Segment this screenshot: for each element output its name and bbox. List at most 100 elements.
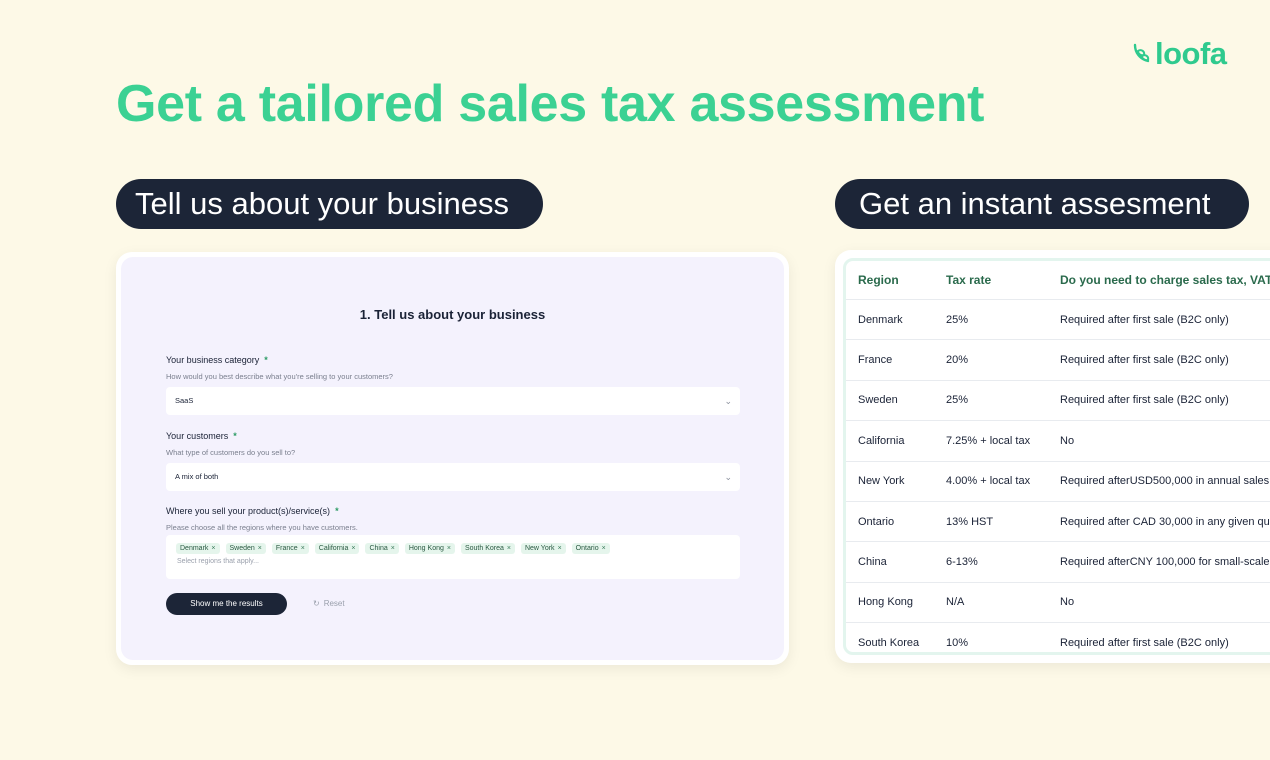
step-pill-assessment: Get an instant assesment	[835, 179, 1249, 229]
regions-label: Where you sell your product(s)/service(s…	[166, 506, 339, 516]
region-tag-label: Sweden	[229, 545, 255, 552]
cell-region: California	[846, 420, 934, 462]
remove-tag-icon[interactable]: ×	[602, 545, 606, 552]
required-mark: *	[264, 355, 268, 365]
region-tag: China ×	[365, 543, 399, 554]
header-tax-rate: Tax rate	[946, 273, 992, 287]
remove-tag-icon[interactable]: ×	[447, 545, 451, 552]
region-tag-label: China	[369, 545, 388, 552]
regions-label-text: Where you sell your product(s)/service(s…	[166, 506, 331, 516]
header-region: Region	[858, 273, 899, 287]
cell-tax-rate: N/A	[934, 581, 1048, 623]
cell-region: Hong Kong	[846, 581, 934, 623]
cell-requirement: Required after first sale (B2C only)	[1048, 298, 1270, 340]
region-tag: France ×	[271, 543, 309, 554]
reset-button[interactable]: ↻ Reset	[313, 593, 345, 615]
required-mark: *	[335, 506, 339, 516]
cell-region: New York	[846, 460, 934, 502]
table-row: California 7.25% + local tax No	[846, 420, 1270, 462]
header-requirement: Do you need to charge sales tax, VAT	[1060, 273, 1270, 287]
remove-tag-icon[interactable]: ×	[258, 545, 262, 552]
customers-select[interactable]: A mix of both ⌄	[166, 463, 740, 491]
business-category-select[interactable]: SaaS ⌄	[166, 387, 740, 415]
cell-requirement: Required afterCNY 100,000 for small-scal…	[1048, 541, 1270, 583]
regions-help: Please choose all the regions where you …	[166, 523, 358, 532]
loofa-logo: loofa	[1132, 36, 1227, 72]
cell-requirement: Required after first sale (B2C only)	[1048, 379, 1270, 421]
cell-region: France	[846, 339, 934, 381]
assessment-table-wrap: Region Tax rate Do you need to charge sa…	[843, 258, 1270, 655]
cell-tax-rate: 25%	[934, 298, 1048, 340]
refresh-icon: ↻	[313, 599, 320, 608]
cell-tax-rate: 25%	[934, 379, 1048, 421]
table-row: France 20% Required after first sale (B2C …	[846, 339, 1270, 381]
customers-label: Your customers *	[166, 431, 237, 441]
show-results-button[interactable]: Show me the results	[166, 593, 287, 615]
category-label-text: Your business category	[166, 355, 260, 365]
customers-help: What type of customers do you sell to?	[166, 448, 296, 457]
cell-tax-rate: 6-13%	[934, 541, 1048, 583]
cell-region: Denmark	[846, 298, 934, 340]
category-value: SaaS	[175, 396, 194, 405]
cell-region: Ontario	[846, 500, 934, 542]
cell-requirement: Required after first sale (B2C only)	[1048, 622, 1270, 652]
regions-placeholder: Select regions that apply...	[177, 558, 259, 565]
cell-requirement: Required after CAD 30,000 in any given q…	[1048, 500, 1270, 542]
chevron-down-icon: ⌄	[724, 396, 732, 406]
category-label: Your business category *	[166, 355, 268, 365]
cell-requirement: Required after first sale (B2C only)	[1048, 339, 1270, 381]
leaf-icon	[1133, 43, 1150, 63]
reset-label: Reset	[323, 599, 345, 608]
region-tag: Sweden ×	[225, 543, 266, 554]
remove-tag-icon[interactable]: ×	[391, 545, 395, 552]
cell-requirement: Required afterUSD500,000 in annual sales	[1048, 460, 1270, 502]
cell-region: Sweden	[846, 379, 934, 421]
table-header-row: Region Tax rate Do you need to charge sa…	[846, 261, 1270, 300]
table-row: Denmark 25% Required after first sale (B2C…	[846, 298, 1270, 340]
cell-tax-rate: 10%	[934, 622, 1048, 652]
region-tag-label: South Korea	[464, 545, 504, 552]
remove-tag-icon[interactable]: ×	[507, 545, 511, 552]
assessment-table: Region Tax rate Do you need to charge sa…	[846, 261, 1270, 652]
business-form-card: 1. Tell us about your business Your busi…	[116, 252, 789, 665]
region-tag: Ontario ×	[571, 543, 610, 554]
table-row: China 6-13% Required afterCNY 100,000 for …	[846, 541, 1270, 583]
cell-requirement: No	[1048, 581, 1270, 623]
table-row: Sweden 25% Required after first sale (B2C …	[846, 379, 1270, 421]
cell-region: South Korea	[846, 622, 934, 652]
table-row: South Korea 10% Required after first sale …	[846, 622, 1270, 652]
remove-tag-icon[interactable]: ×	[351, 545, 355, 552]
region-tag-label: Hong Kong	[408, 545, 444, 552]
region-tag-label: Denmark	[180, 545, 209, 552]
logo-text: loofa	[1155, 36, 1227, 71]
region-tags: Denmark × Sweden × France × California × China × H…	[176, 543, 730, 554]
cell-tax-rate: 7.25% + local tax	[934, 420, 1048, 462]
form-title: 1. Tell us about your business	[359, 307, 546, 322]
region-tag-label: New York	[524, 545, 555, 552]
remove-tag-icon[interactable]: ×	[558, 545, 562, 552]
region-tag: Hong Kong ×	[404, 543, 455, 554]
region-tag-label: France	[275, 545, 298, 552]
cell-requirement: No	[1048, 420, 1270, 462]
region-tag-label: California	[318, 545, 349, 552]
region-tag-label: Ontario	[575, 545, 599, 552]
table-row: New York 4.00% + local tax Required afterU…	[846, 460, 1270, 502]
cell-tax-rate: 20%	[934, 339, 1048, 381]
step-pill-business: Tell us about your business	[116, 179, 543, 229]
regions-multiselect[interactable]: Denmark × Sweden × France × California × China × H…	[166, 535, 740, 579]
table-row: Hong Kong N/A No	[846, 581, 1270, 623]
region-tag: Denmark ×	[176, 543, 220, 554]
remove-tag-icon[interactable]: ×	[301, 545, 305, 552]
cell-region: China	[846, 541, 934, 583]
customers-label-text: Your customers	[166, 431, 229, 441]
customers-value: A mix of both	[175, 472, 219, 481]
cell-tax-rate: 13% HST	[934, 500, 1048, 542]
business-form: 1. Tell us about your business Your busi…	[121, 257, 784, 660]
chevron-down-icon: ⌄	[724, 472, 732, 482]
category-help: How would you best describe what you're …	[166, 372, 393, 381]
table-row: Ontario 13% HST Required after CAD 30,000 …	[846, 500, 1270, 542]
assessment-card: Region Tax rate Do you need to charge sa…	[835, 250, 1270, 663]
region-tag: New York ×	[520, 543, 566, 554]
page-headline: Get a tailored sales tax assessment	[116, 75, 985, 133]
remove-tag-icon[interactable]: ×	[211, 545, 215, 552]
